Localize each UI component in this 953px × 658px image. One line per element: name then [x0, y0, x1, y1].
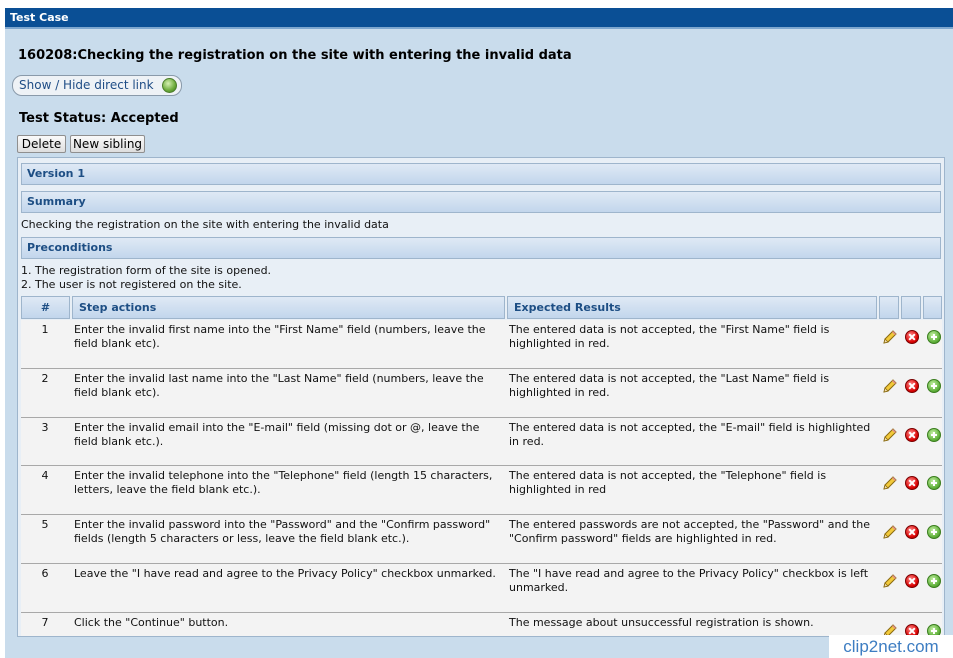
table-row: 5 Enter the invalid password into the "Pa… [21, 515, 942, 564]
table-row: 4 Enter the invalid telephone into the "T… [21, 466, 942, 515]
precondition-line: 1. The registration form of the site is … [21, 264, 272, 277]
test-case-content: Version 1 Summary Checking the registrat… [17, 157, 945, 637]
summary-header: Summary [21, 191, 941, 213]
test-status: Test Status: Accepted [19, 111, 179, 126]
table-row: 3 Enter the invalid email into the "E-mai… [21, 418, 942, 466]
step-number: 5 [41, 518, 49, 531]
pencil-icon[interactable] [882, 573, 898, 589]
step-number: 6 [41, 567, 49, 580]
pencil-icon[interactable] [882, 378, 898, 394]
step-number: 7 [41, 616, 49, 629]
delete-icon[interactable] [905, 525, 919, 539]
expected-result: The entered data is not accepted, the "L… [509, 372, 830, 399]
window-title-bar: Test Case [5, 8, 953, 27]
expected-result: The entered data is not accepted, the "F… [509, 323, 830, 350]
table-row: 6 Leave the "I have read and agree to the… [21, 564, 942, 613]
add-icon[interactable] [927, 525, 941, 539]
delete-icon[interactable] [905, 379, 919, 393]
version-header: Version 1 [21, 163, 941, 185]
add-icon[interactable] [927, 379, 941, 393]
step-number: 3 [41, 421, 49, 434]
expected-result: The entered passwords are not accepted, … [509, 518, 870, 545]
column-header-number: # [21, 296, 70, 319]
summary-text: Checking the registration on the site wi… [21, 218, 389, 231]
step-action: Enter the invalid telephone into the "Te… [74, 469, 493, 496]
add-icon[interactable] [927, 476, 941, 490]
expected-result: The "I have read and agree to the Privac… [509, 567, 869, 594]
test-case-title: 160208:Checking the registration on the … [18, 48, 572, 63]
direct-link-label: Show / Hide direct link [19, 78, 154, 92]
pencil-icon[interactable] [882, 329, 898, 345]
step-action: Enter the invalid email into the "E-mail… [74, 421, 480, 448]
table-row: 1 Enter the invalid first name into the "… [21, 320, 942, 369]
expected-result: The entered data is not accepted, the "T… [509, 469, 827, 496]
globe-link-icon [162, 78, 177, 93]
pencil-icon[interactable] [882, 427, 898, 443]
column-header-delete [901, 296, 921, 319]
delete-icon[interactable] [905, 428, 919, 442]
step-action: Enter the invalid password into the "Pas… [74, 518, 491, 545]
new-sibling-button[interactable]: New sibling [70, 135, 145, 153]
column-header-add [923, 296, 942, 319]
table-row: 2 Enter the invalid last name into the "L… [21, 369, 942, 418]
column-header-step-actions: Step actions [72, 296, 505, 319]
step-number: 4 [41, 469, 49, 482]
column-header-edit [879, 296, 899, 319]
step-number: 2 [41, 372, 49, 385]
delete-icon[interactable] [905, 330, 919, 344]
column-header-expected-results: Expected Results [507, 296, 877, 319]
step-number: 1 [41, 323, 49, 336]
delete-icon[interactable] [905, 574, 919, 588]
pencil-icon[interactable] [882, 524, 898, 540]
table-row: 7 Click the "Continue" button. The message… [21, 613, 942, 636]
add-icon[interactable] [927, 574, 941, 588]
preconditions-header: Preconditions [21, 237, 941, 259]
clip2net-watermark: clip2net.com [829, 635, 953, 658]
direct-link-toggle-button[interactable]: Show / Hide direct link [12, 75, 182, 96]
expected-result: The entered data is not accepted, the "E… [509, 421, 871, 448]
delete-icon[interactable] [905, 476, 919, 490]
expected-result: The message about unsuccessful registrat… [509, 616, 814, 629]
step-action: Click the "Continue" button. [74, 616, 229, 629]
add-icon[interactable] [927, 428, 941, 442]
window-title: Test Case [10, 11, 69, 24]
add-icon[interactable] [927, 330, 941, 344]
step-action: Leave the "I have read and agree to the … [74, 567, 496, 580]
step-action: Enter the invalid first name into the "F… [74, 323, 486, 350]
precondition-line: 2. The user is not registered on the sit… [21, 278, 242, 291]
delete-button[interactable]: Delete [17, 135, 66, 153]
step-action: Enter the invalid last name into the "La… [74, 372, 484, 399]
pencil-icon[interactable] [882, 475, 898, 491]
